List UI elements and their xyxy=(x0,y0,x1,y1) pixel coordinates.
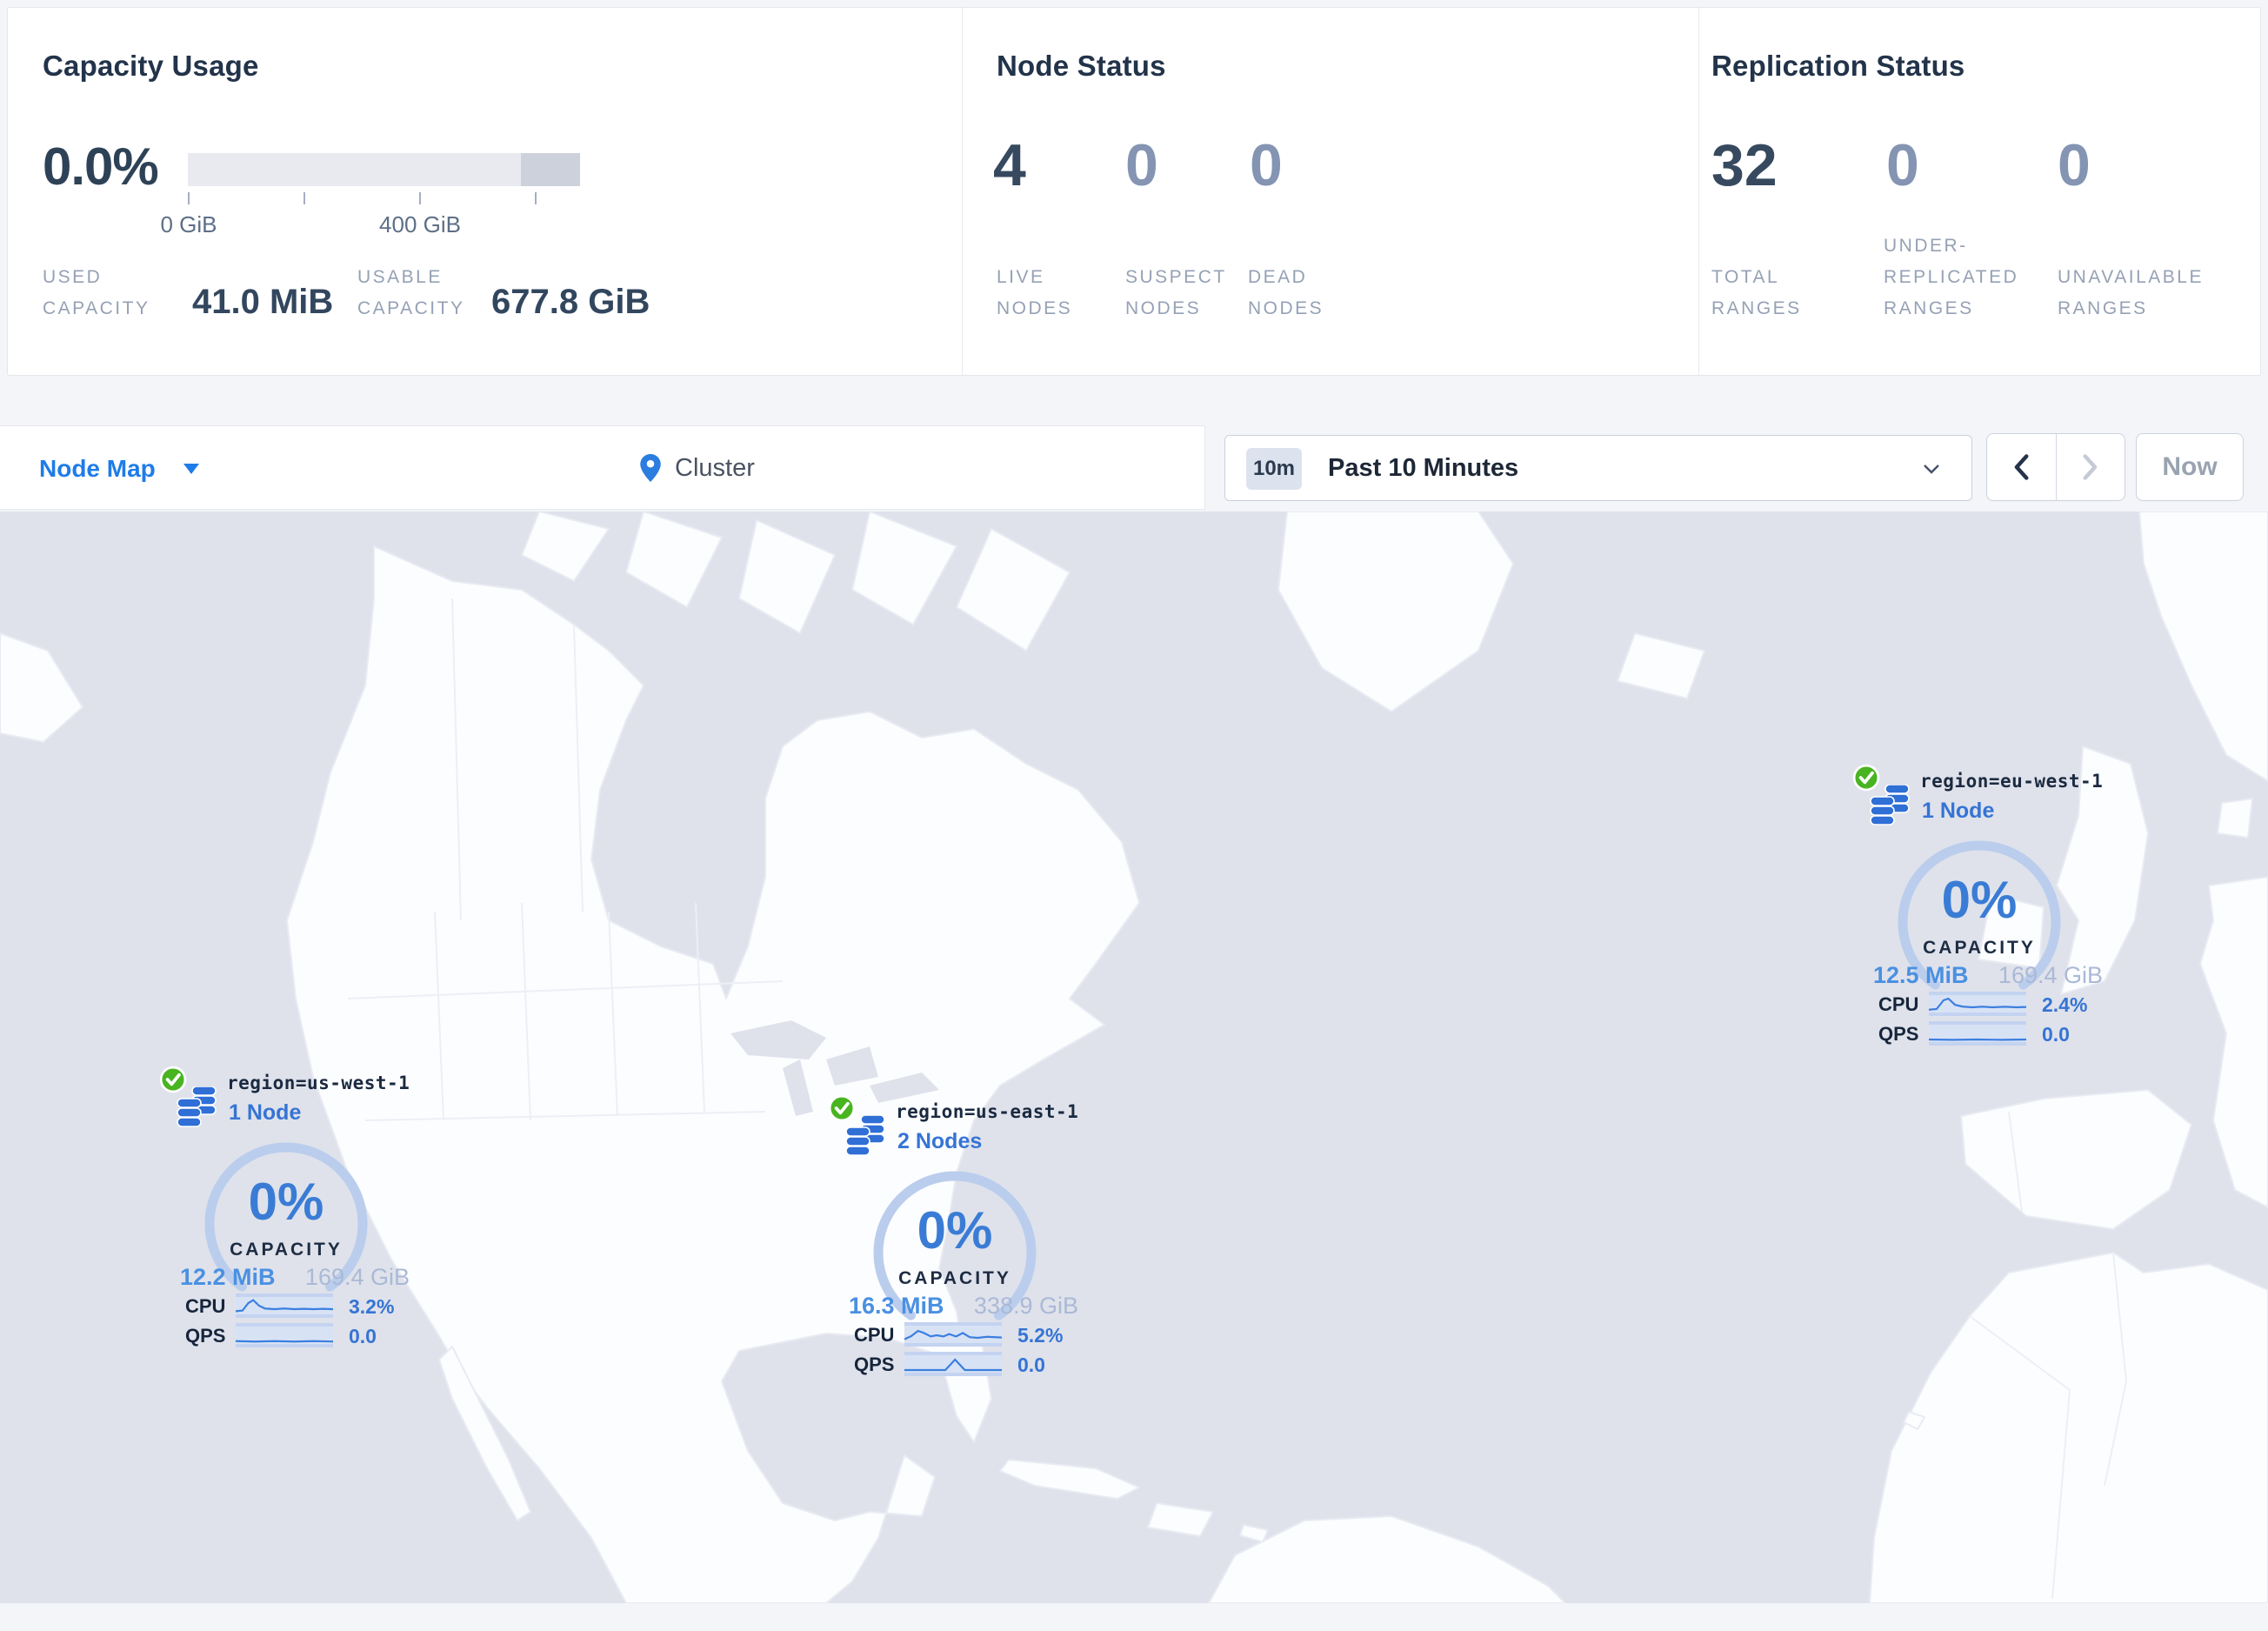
bar-tick xyxy=(419,192,421,204)
cpu-value: 5.2% xyxy=(1017,1324,1063,1347)
unavailable-label: UNAVAILABLERANGES xyxy=(2058,262,2204,324)
map-pin-icon xyxy=(640,454,661,482)
total-capacity: 338.9 GiB xyxy=(974,1293,1078,1320)
database-icon xyxy=(177,1086,217,1128)
qps-label: QPS xyxy=(854,1354,894,1376)
bar-tick xyxy=(304,192,305,204)
used-capacity-value: 41.0 MiB xyxy=(192,283,333,322)
used-capacity-label: USED CAPACITY xyxy=(43,262,150,324)
total-ranges-count: 32 xyxy=(1711,131,1778,199)
qps-label: QPS xyxy=(1878,1023,1918,1046)
time-range-dropdown[interactable]: 10m Past 10 Minutes xyxy=(1224,435,1972,501)
node-marker-eu-west-1[interactable]: region=eu-west-1 1 Node 0% CAPACITY 12.5… xyxy=(1852,764,2113,1059)
used-capacity: 12.2 MiB xyxy=(180,1264,276,1291)
cpu-value: 2.4% xyxy=(2042,993,2087,1017)
dead-nodes-count: 0 xyxy=(1250,131,1283,199)
summary-band: Capacity Usage 0.0% 0 GiB 400 GiB USED C… xyxy=(7,7,2261,376)
now-button[interactable]: Now xyxy=(2136,433,2244,501)
used-capacity: 16.3 MiB xyxy=(849,1293,944,1320)
cpu-sparkline xyxy=(236,1293,333,1318)
capacity-bar-reserved-segment xyxy=(521,153,580,186)
view-selector-label: Node Map xyxy=(39,455,156,483)
node-marker-us-west-1[interactable]: region=us-west-1 1 Node 0% CAPACITY 12.2… xyxy=(159,1066,420,1361)
bar-tick-label: 400 GiB xyxy=(379,211,461,238)
node-count-link[interactable]: 2 Nodes xyxy=(897,1129,982,1154)
total-capacity: 169.4 GiB xyxy=(305,1264,410,1291)
cpu-sparkline xyxy=(904,1322,1002,1347)
dead-nodes-label: DEADNODES xyxy=(1248,262,1324,324)
capacity-label: CAPACITY xyxy=(199,1240,373,1260)
cpu-row: CPU 2.4% xyxy=(1852,992,2113,1016)
capacity-percent: 0.0% xyxy=(43,137,158,197)
cpu-label: CPU xyxy=(185,1295,225,1318)
region-label: region=eu-west-1 xyxy=(1920,771,2103,792)
chevron-down-icon xyxy=(1923,464,1940,474)
used-capacity: 12.5 MiB xyxy=(1873,962,1969,989)
region-label: region=us-east-1 xyxy=(896,1101,1078,1122)
unavailable-count: 0 xyxy=(2058,131,2091,199)
under-replicated-label: UNDER-REPLICATEDRANGES xyxy=(1884,231,2018,324)
qps-sparkline xyxy=(236,1323,333,1347)
capacity-bar xyxy=(188,153,580,186)
chevron-left-icon xyxy=(2011,454,2031,480)
live-nodes-count: 4 xyxy=(993,131,1026,199)
replication-status-title: Replication Status xyxy=(1711,50,1964,83)
usable-capacity-value: 677.8 GiB xyxy=(491,283,650,322)
qps-value: 0.0 xyxy=(1017,1354,1045,1377)
capacity-percent: 0% xyxy=(1892,870,2066,930)
divider xyxy=(962,8,963,375)
under-replicated-count: 0 xyxy=(1886,131,1919,199)
cpu-row: CPU 5.2% xyxy=(828,1322,1089,1347)
qps-label: QPS xyxy=(185,1325,225,1347)
cpu-label: CPU xyxy=(1878,993,1918,1016)
bar-tick xyxy=(188,192,190,204)
usable-capacity-label: USABLE CAPACITY xyxy=(357,262,464,324)
suspect-nodes-label: SUSPECTNODES xyxy=(1125,262,1227,324)
toolbar: Node Map Cluster xyxy=(0,425,1205,510)
capacity-label: CAPACITY xyxy=(1892,938,2066,959)
capacity-label: CAPACITY xyxy=(868,1268,1042,1289)
qps-value: 0.0 xyxy=(2042,1023,2070,1046)
node-marker-us-east-1[interactable]: region=us-east-1 2 Nodes 0% CAPACITY 16.… xyxy=(828,1094,1089,1390)
time-next-button[interactable] xyxy=(2056,434,2125,500)
qps-row: QPS 0.0 xyxy=(159,1323,420,1347)
time-step-buttons xyxy=(1986,433,2125,501)
capacity-percent: 0% xyxy=(868,1200,1042,1260)
qps-sparkline xyxy=(1929,1021,2026,1046)
cpu-value: 3.2% xyxy=(349,1295,394,1319)
qps-sparkline xyxy=(904,1352,1002,1376)
divider xyxy=(1698,8,1699,375)
breadcrumb[interactable]: Cluster xyxy=(640,444,755,492)
breadcrumb-label: Cluster xyxy=(675,454,755,483)
qps-row: QPS 0.0 xyxy=(1852,1021,2113,1046)
qps-row: QPS 0.0 xyxy=(828,1352,1089,1376)
bar-tick xyxy=(535,192,537,204)
view-selector-dropdown[interactable]: Node Map xyxy=(39,445,199,492)
region-label: region=us-west-1 xyxy=(227,1073,410,1093)
caret-down-icon xyxy=(183,464,199,474)
node-count-link[interactable]: 1 Node xyxy=(229,1100,301,1126)
cpu-sparkline xyxy=(1929,992,2026,1016)
qps-value: 0.0 xyxy=(349,1325,377,1348)
time-prev-button[interactable] xyxy=(1987,434,2056,500)
cpu-label: CPU xyxy=(854,1324,894,1347)
suspect-nodes-count: 0 xyxy=(1125,131,1158,199)
database-icon xyxy=(1870,785,1910,826)
capacity-usage-title: Capacity Usage xyxy=(43,50,259,83)
node-status-title: Node Status xyxy=(997,50,1166,83)
bar-tick-label: 0 GiB xyxy=(160,211,217,238)
live-nodes-label: LIVENODES xyxy=(997,262,1072,324)
total-capacity: 169.4 GiB xyxy=(1998,962,2103,989)
chevron-right-icon xyxy=(2081,454,2100,480)
capacity-percent: 0% xyxy=(199,1172,373,1232)
node-count-link[interactable]: 1 Node xyxy=(1922,799,1994,824)
time-range-label: Past 10 Minutes xyxy=(1328,436,1518,500)
time-range-badge: 10m xyxy=(1246,448,1302,490)
database-icon xyxy=(845,1115,885,1157)
cpu-row: CPU 3.2% xyxy=(159,1293,420,1318)
total-ranges-label: TOTALRANGES xyxy=(1711,262,1802,324)
